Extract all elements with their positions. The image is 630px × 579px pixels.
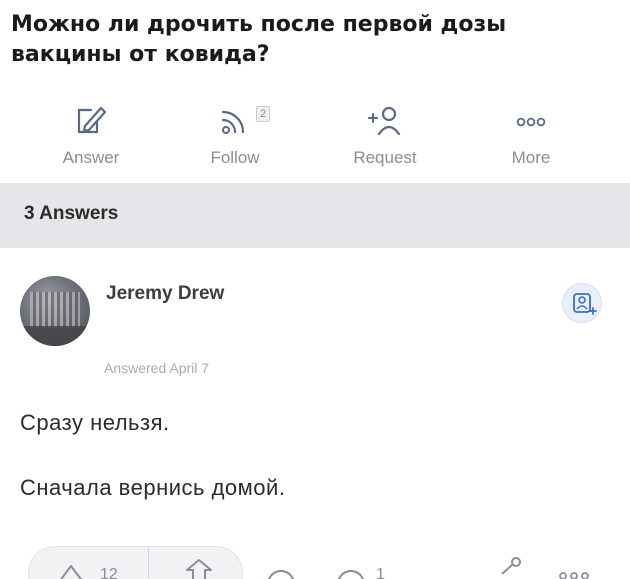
request-action[interactable]: Request xyxy=(330,96,440,180)
comment-count: 1 xyxy=(376,566,385,579)
answer-label: Answer xyxy=(62,148,120,167)
answers-count: 3 Answers xyxy=(24,203,119,224)
comment-icon[interactable] xyxy=(334,560,368,579)
upvote-icon[interactable] xyxy=(56,560,86,579)
answer-card: Jeremy Drew Answered April 7 Сразу нельз… xyxy=(0,250,630,579)
vote-divider xyxy=(148,548,149,578)
answered-date: Answered April 7 xyxy=(104,360,210,376)
author-name[interactable]: Jeremy Drew xyxy=(106,283,224,305)
follow-count-badge: 2 xyxy=(256,106,271,122)
header-right-area xyxy=(548,0,630,92)
pencil-square-icon xyxy=(36,102,146,140)
rss-icon xyxy=(180,102,290,140)
more-action[interactable]: More xyxy=(476,96,586,180)
answers-count-bar: 3 Answers xyxy=(0,183,630,248)
person-add-icon xyxy=(573,293,597,315)
request-label: Request xyxy=(353,148,417,167)
ellipsis-icon xyxy=(476,102,586,140)
question-header: Можно ли дрочить после первой дозы вакци… xyxy=(0,0,548,92)
more-label: More xyxy=(511,148,551,167)
answer-action[interactable]: Answer xyxy=(36,96,146,180)
answer-text-line-2: Сначала вернись домой. xyxy=(20,475,286,500)
person-plus-icon xyxy=(330,102,440,140)
follow-author-button[interactable] xyxy=(562,283,602,323)
answer-footer-bar: 12 1 xyxy=(0,540,630,579)
downvote-icon[interactable] xyxy=(184,558,214,579)
question-action-bar: Answer 2 Follow Request More xyxy=(0,96,630,180)
question-title: Можно ли дрочить после первой дозы вакци… xyxy=(11,12,507,67)
upvote-count: 12 xyxy=(100,566,118,579)
share-icon[interactable] xyxy=(492,556,522,579)
answer-text-line-1: Сразу нельзя. xyxy=(20,410,170,435)
follow-action[interactable]: 2 Follow xyxy=(180,96,290,180)
reshare-icon[interactable] xyxy=(264,560,298,579)
follow-label: Follow xyxy=(210,148,260,167)
more-options-icon[interactable] xyxy=(556,568,592,579)
avatar[interactable] xyxy=(20,276,90,346)
